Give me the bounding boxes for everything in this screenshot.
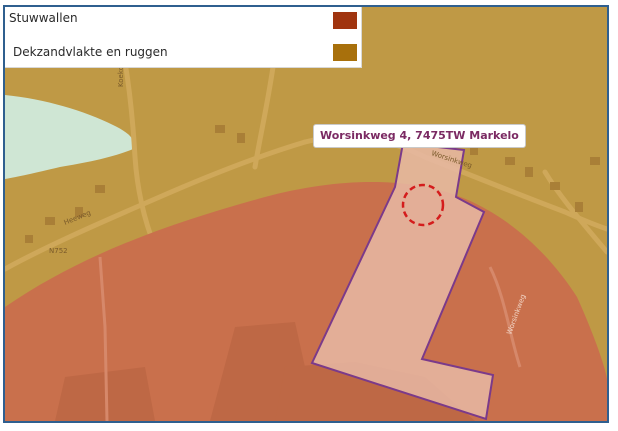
legend-swatch: [333, 44, 357, 61]
legend-label: Stuwwallen: [9, 11, 78, 25]
legend-item-stuwwallen: Stuwwallen: [5, 7, 361, 31]
map-legend: Stuwwallen Dekzandvlakte en ruggen: [5, 7, 362, 68]
legend-label: Dekzandvlakte en ruggen: [13, 45, 168, 59]
map-frame: Koekoeksweg Heeweg Worsinkweg N752 Worsi…: [3, 5, 609, 423]
road-label-r4: N752: [49, 247, 68, 255]
address-callout: Worsinkweg 4, 7475TW Markelo: [313, 124, 526, 148]
map-canvas[interactable]: Koekoeksweg Heeweg Worsinkweg N752 Worsi…: [5, 7, 607, 421]
legend-item-dekzandvlakte: Dekzandvlakte en ruggen: [5, 41, 361, 65]
legend-swatch: [333, 12, 357, 29]
